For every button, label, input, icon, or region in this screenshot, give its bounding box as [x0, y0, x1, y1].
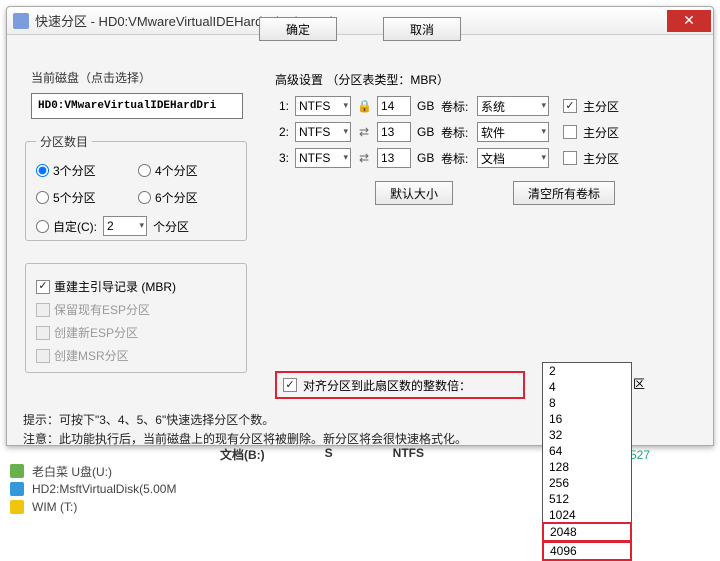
radio-3[interactable]: 3个分区 — [36, 162, 134, 179]
clear-labels-button[interactable]: 清空所有卷标 — [513, 181, 615, 205]
row-index: 3: — [275, 151, 289, 165]
default-buttons: 默认大小 清空所有卷标 — [375, 181, 615, 205]
link-icon: ⇄ — [357, 125, 371, 139]
radio-custom[interactable]: 自定(C): — [36, 218, 97, 235]
primary-checkbox[interactable] — [563, 125, 577, 139]
row-index: 1: — [275, 99, 289, 113]
checkbox-icon — [36, 326, 50, 340]
gb-label: GB — [417, 151, 435, 165]
rebuild-group: 重建主引导记录 (MBR) 保留现有ESP分区 创建新ESP分区 创建MSR分区 — [25, 263, 247, 373]
custom-count-select[interactable]: 2 — [103, 216, 147, 236]
link-icon: ⇄ — [357, 151, 371, 165]
checkbox-icon — [36, 303, 50, 317]
primary-label: 主分区 — [583, 124, 619, 141]
dropdown-option[interactable]: 128 — [543, 459, 631, 475]
advanced-settings: 高级设置 （分区表类型：MBR） 1:NTFS🔒GB卷标:系统主分区2:NTFS… — [275, 71, 619, 174]
align-label: 对齐分区到此扇区数的整数倍： — [303, 377, 471, 394]
dropdown-option[interactable]: 1024 — [543, 507, 631, 523]
volume-select[interactable]: 文档 — [477, 148, 549, 168]
hint-text: 提示：可按下"3、4、5、6"快速选择分区个数。 注意：此功能执行后，当前磁盘上… — [23, 411, 467, 449]
radio-4[interactable]: 4个分区 — [138, 162, 236, 179]
primary-label: 主分区 — [583, 150, 619, 167]
vol-label: 卷标: — [441, 124, 471, 141]
new-esp-row: 创建新ESP分区 — [36, 324, 236, 341]
msr-row: 创建MSR分区 — [36, 347, 236, 364]
volume-select[interactable]: 软件 — [477, 122, 549, 142]
dropdown-option[interactable]: 16 — [543, 411, 631, 427]
bg-row2[interactable]: HD2:MsftVirtualDisk(5.00M — [32, 482, 176, 496]
checkbox-icon — [36, 349, 50, 363]
dropdown-option[interactable]: 4096 — [542, 541, 632, 561]
dropdown-option[interactable]: 2 — [543, 363, 631, 379]
vol-label: 卷标: — [441, 98, 471, 115]
dropdown-option[interactable]: 8 — [543, 395, 631, 411]
ok-button[interactable]: 确定 — [259, 17, 337, 41]
partition-count-group: 分区数目 3个分区 4个分区 5个分区 6个分区 自定(C): 2 个分区 — [25, 133, 247, 241]
current-disk-input[interactable] — [31, 93, 243, 119]
align-dropdown[interactable]: 248163264128256512102420484096 — [542, 362, 632, 561]
size-input[interactable] — [377, 96, 411, 116]
primary-checkbox[interactable] — [563, 151, 577, 165]
usb-icon — [10, 464, 24, 478]
row-index: 2: — [275, 125, 289, 139]
default-size-button[interactable]: 默认大小 — [375, 181, 453, 205]
volume-select[interactable]: 系统 — [477, 96, 549, 116]
adv-legend: 高级设置 （分区表类型：MBR） — [275, 71, 619, 88]
dropdown-option[interactable]: 512 — [543, 491, 631, 507]
fs-select[interactable]: NTFS — [295, 96, 351, 116]
size-input[interactable] — [377, 148, 411, 168]
bg-row1[interactable]: 老白菜 U盘(U:) — [32, 463, 112, 480]
checkbox-icon — [36, 280, 50, 294]
keep-esp-row: 保留现有ESP分区 — [36, 301, 236, 318]
bg-row3[interactable]: WIM (T:) — [32, 500, 77, 514]
lock-icon: 🔒 — [357, 99, 371, 113]
fs-select[interactable]: NTFS — [295, 148, 351, 168]
dropdown-option[interactable]: 2048 — [542, 522, 632, 542]
fs-select[interactable]: NTFS — [295, 122, 351, 142]
partition-row: 1: NTFS 🔒 GB 卷标: 系统 主分区 — [275, 96, 619, 116]
count-legend: 分区数目 — [36, 133, 92, 150]
dropdown-option[interactable]: 256 — [543, 475, 631, 491]
partition-row: 2: NTFS ⇄ GB 卷标: 软件 主分区 — [275, 122, 619, 142]
mbr-checkbox-row[interactable]: 重建主引导记录 (MBR) — [36, 278, 236, 295]
primary-label: 主分区 — [583, 98, 619, 115]
radio-5[interactable]: 5个分区 — [36, 189, 134, 206]
current-disk-label: 当前磁盘（点击选择） — [31, 69, 151, 86]
align-checkbox[interactable] — [283, 378, 297, 392]
align-row: 对齐分区到此扇区数的整数倍： — [275, 371, 525, 399]
dropdown-option[interactable]: 32 — [543, 427, 631, 443]
disk-icon — [10, 482, 24, 496]
gb-label: GB — [417, 125, 435, 139]
custom-unit: 个分区 — [153, 218, 189, 235]
gb-label: GB — [417, 99, 435, 113]
dropdown-option[interactable]: 4 — [543, 379, 631, 395]
radio-6[interactable]: 6个分区 — [138, 189, 236, 206]
partition-row: 3: NTFS ⇄ GB 卷标: 文档 主分区 — [275, 148, 619, 168]
dialog-content: 当前磁盘（点击选择） 分区数目 3个分区 4个分区 5个分区 6个分区 自定(C… — [7, 35, 713, 51]
dropdown-option[interactable]: 64 — [543, 443, 631, 459]
size-input[interactable] — [377, 122, 411, 142]
dialog-buttons: 确定 取消 — [7, 17, 713, 41]
cancel-button[interactable]: 取消 — [383, 17, 461, 41]
vol-icon — [10, 500, 24, 514]
vol-label: 卷标: — [441, 150, 471, 167]
primary-checkbox[interactable] — [563, 99, 577, 113]
